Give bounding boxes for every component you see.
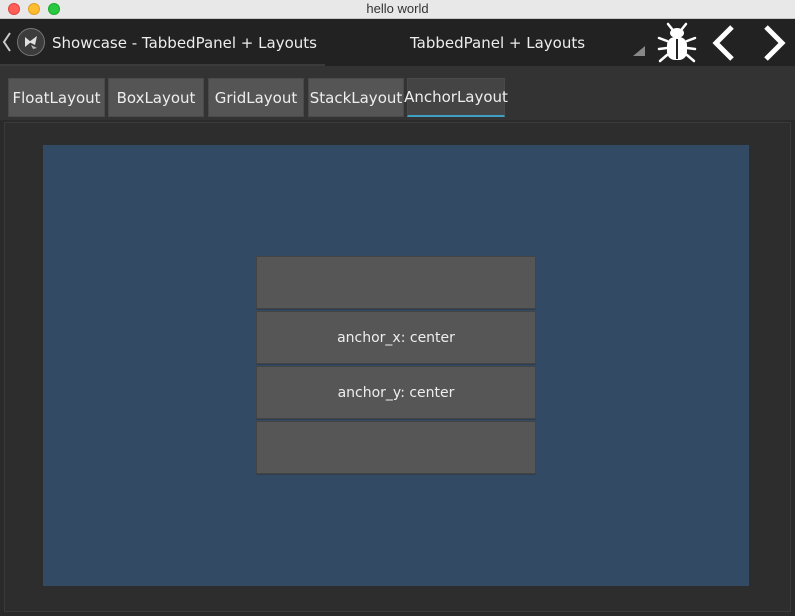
anchor-y-center-button[interactable]: anchor_y: center xyxy=(256,366,536,419)
spinner-arrow-icon[interactable] xyxy=(633,46,645,56)
tab-stacklayout[interactable]: StackLayout xyxy=(308,78,404,117)
anchor-button-1[interactable] xyxy=(256,256,536,309)
tab-anchorlayout[interactable]: AnchorLayout xyxy=(404,78,508,117)
next-screen-button[interactable] xyxy=(760,24,788,62)
window-title: hello world xyxy=(366,1,429,16)
bug-icon[interactable] xyxy=(657,22,697,64)
chevron-left-icon[interactable] xyxy=(2,31,12,53)
tab-gridlayout[interactable]: GridLayout xyxy=(208,78,304,117)
tab-boxlayout[interactable]: BoxLayout xyxy=(108,78,204,117)
anchor-x-center-button[interactable]: anchor_x: center xyxy=(256,311,536,364)
anchor-button-4[interactable] xyxy=(256,421,536,474)
previous-screen-button[interactable] xyxy=(710,24,738,62)
tab-floatlayout[interactable]: FloatLayout xyxy=(8,78,105,117)
window-titlebar: hello world xyxy=(0,0,795,19)
current-tab-title[interactable]: TabbedPanel + Layouts xyxy=(410,34,585,52)
app-title[interactable]: Showcase - TabbedPanel + Layouts xyxy=(52,34,317,52)
kivy-logo-icon[interactable] xyxy=(17,28,45,56)
